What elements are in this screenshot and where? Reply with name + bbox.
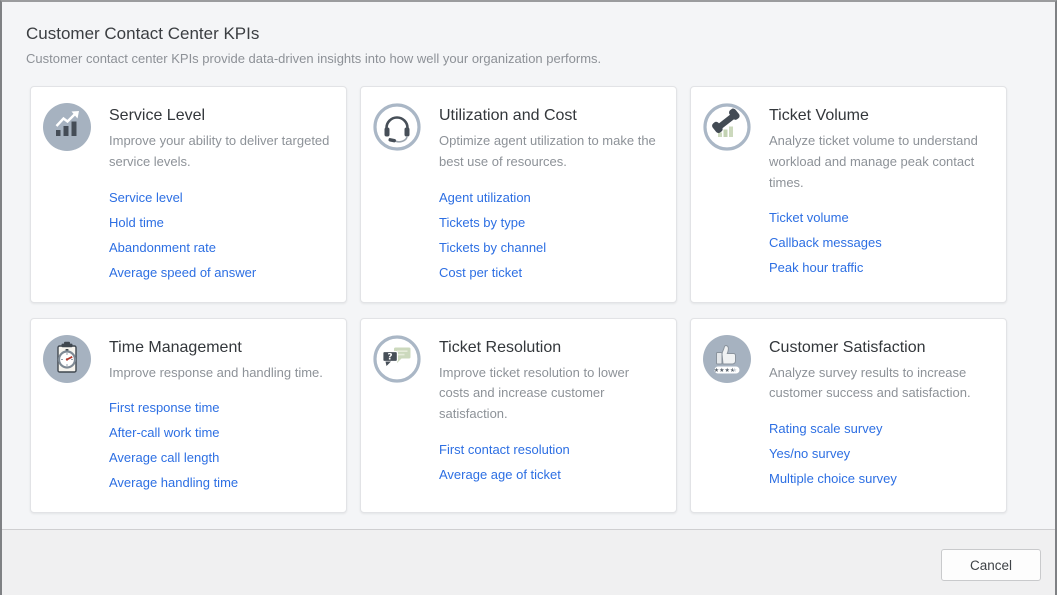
card-ticket-volume: Ticket Volume Analyze ticket volume to u… bbox=[690, 86, 1007, 303]
kpi-link[interactable]: Service level bbox=[109, 190, 332, 205]
card-description: Improve your ability to deliver targeted… bbox=[109, 131, 332, 173]
kpi-link[interactable]: After-call work time bbox=[109, 425, 332, 440]
card-ticket-resolution: ? Ticket Resolution Improve ticket resol… bbox=[360, 318, 677, 514]
card-title: Ticket Resolution bbox=[439, 339, 662, 357]
stopwatch-clipboard-icon bbox=[43, 335, 91, 383]
card-title: Utilization and Cost bbox=[439, 107, 662, 125]
footer-bar: Cancel bbox=[2, 529, 1055, 595]
card-body: Utilization and Cost Optimize agent util… bbox=[439, 101, 662, 290]
kpi-link[interactable]: Tickets by channel bbox=[439, 240, 662, 255]
page-title: Customer Contact Center KPIs bbox=[26, 24, 1031, 44]
kpi-link[interactable]: Tickets by type bbox=[439, 215, 662, 230]
kpi-link[interactable]: Yes/no survey bbox=[769, 446, 992, 461]
card-service-level: Service Level Improve your ability to de… bbox=[30, 86, 347, 303]
svg-text:★: ★ bbox=[732, 367, 737, 374]
card-link-list: Service level Hold time Abandonment rate… bbox=[109, 190, 332, 280]
headset-icon bbox=[373, 103, 421, 151]
svg-text:?: ? bbox=[387, 352, 392, 362]
phone-chart-icon bbox=[703, 103, 751, 151]
kpi-link[interactable]: Peak hour traffic bbox=[769, 260, 992, 275]
kpi-link[interactable]: Hold time bbox=[109, 215, 332, 230]
kpi-link[interactable]: Average speed of answer bbox=[109, 265, 332, 280]
kpi-link[interactable]: Average call length bbox=[109, 450, 332, 465]
kpi-link[interactable]: Ticket volume bbox=[769, 210, 992, 225]
kpi-link[interactable]: Average age of ticket bbox=[439, 467, 662, 482]
card-utilization-and-cost: Utilization and Cost Optimize agent util… bbox=[360, 86, 677, 303]
main-content: Customer Contact Center KPIs Customer co… bbox=[2, 2, 1055, 513]
card-title: Ticket Volume bbox=[769, 107, 992, 125]
card-title: Service Level bbox=[109, 107, 332, 125]
chat-question-icon: ? bbox=[373, 335, 421, 383]
cancel-button[interactable]: Cancel bbox=[941, 549, 1041, 581]
kpi-link[interactable]: Abandonment rate bbox=[109, 240, 332, 255]
card-body: Service Level Improve your ability to de… bbox=[109, 101, 332, 290]
card-title: Customer Satisfaction bbox=[769, 339, 992, 357]
card-link-list: First response time After-call work time… bbox=[109, 400, 332, 490]
page-subtitle: Customer contact center KPIs provide dat… bbox=[26, 51, 1031, 66]
kpi-link[interactable]: Cost per ticket bbox=[439, 265, 662, 280]
card-description: Optimize agent utilization to make the b… bbox=[439, 131, 662, 173]
card-body: Ticket Volume Analyze ticket volume to u… bbox=[769, 101, 992, 285]
kpi-link[interactable]: Agent utilization bbox=[439, 190, 662, 205]
card-description: Improve ticket resolution to lower costs… bbox=[439, 363, 662, 425]
kpi-link[interactable]: Rating scale survey bbox=[769, 421, 992, 436]
card-title: Time Management bbox=[109, 339, 332, 357]
thumbs-up-rating-icon: ★★★★ ★ bbox=[703, 335, 751, 383]
card-link-list: Ticket volume Callback messages Peak hou… bbox=[769, 210, 992, 275]
card-description: Analyze survey results to increase custo… bbox=[769, 363, 992, 405]
card-body: Customer Satisfaction Analyze survey res… bbox=[769, 333, 992, 497]
card-link-list: Rating scale survey Yes/no survey Multip… bbox=[769, 421, 992, 486]
kpi-link[interactable]: Callback messages bbox=[769, 235, 992, 250]
kpi-card-grid: Service Level Improve your ability to de… bbox=[30, 86, 1007, 513]
kpi-picker-panel: Customer Contact Center KPIs Customer co… bbox=[0, 0, 1057, 595]
bar-chart-trend-icon bbox=[43, 103, 91, 151]
kpi-link[interactable]: First response time bbox=[109, 400, 332, 415]
card-link-list: Agent utilization Tickets by type Ticket… bbox=[439, 190, 662, 280]
card-description: Improve response and handling time. bbox=[109, 363, 332, 384]
card-link-list: First contact resolution Average age of … bbox=[439, 442, 662, 482]
kpi-link[interactable]: Multiple choice survey bbox=[769, 471, 992, 486]
card-description: Analyze ticket volume to understand work… bbox=[769, 131, 992, 193]
card-time-management: Time Management Improve response and han… bbox=[30, 318, 347, 514]
card-customer-satisfaction: ★★★★ ★ Customer Satisfaction Analyze sur… bbox=[690, 318, 1007, 514]
kpi-link[interactable]: Average handling time bbox=[109, 475, 332, 490]
card-body: Time Management Improve response and han… bbox=[109, 333, 332, 501]
kpi-link[interactable]: First contact resolution bbox=[439, 442, 662, 457]
card-body: Ticket Resolution Improve ticket resolut… bbox=[439, 333, 662, 492]
